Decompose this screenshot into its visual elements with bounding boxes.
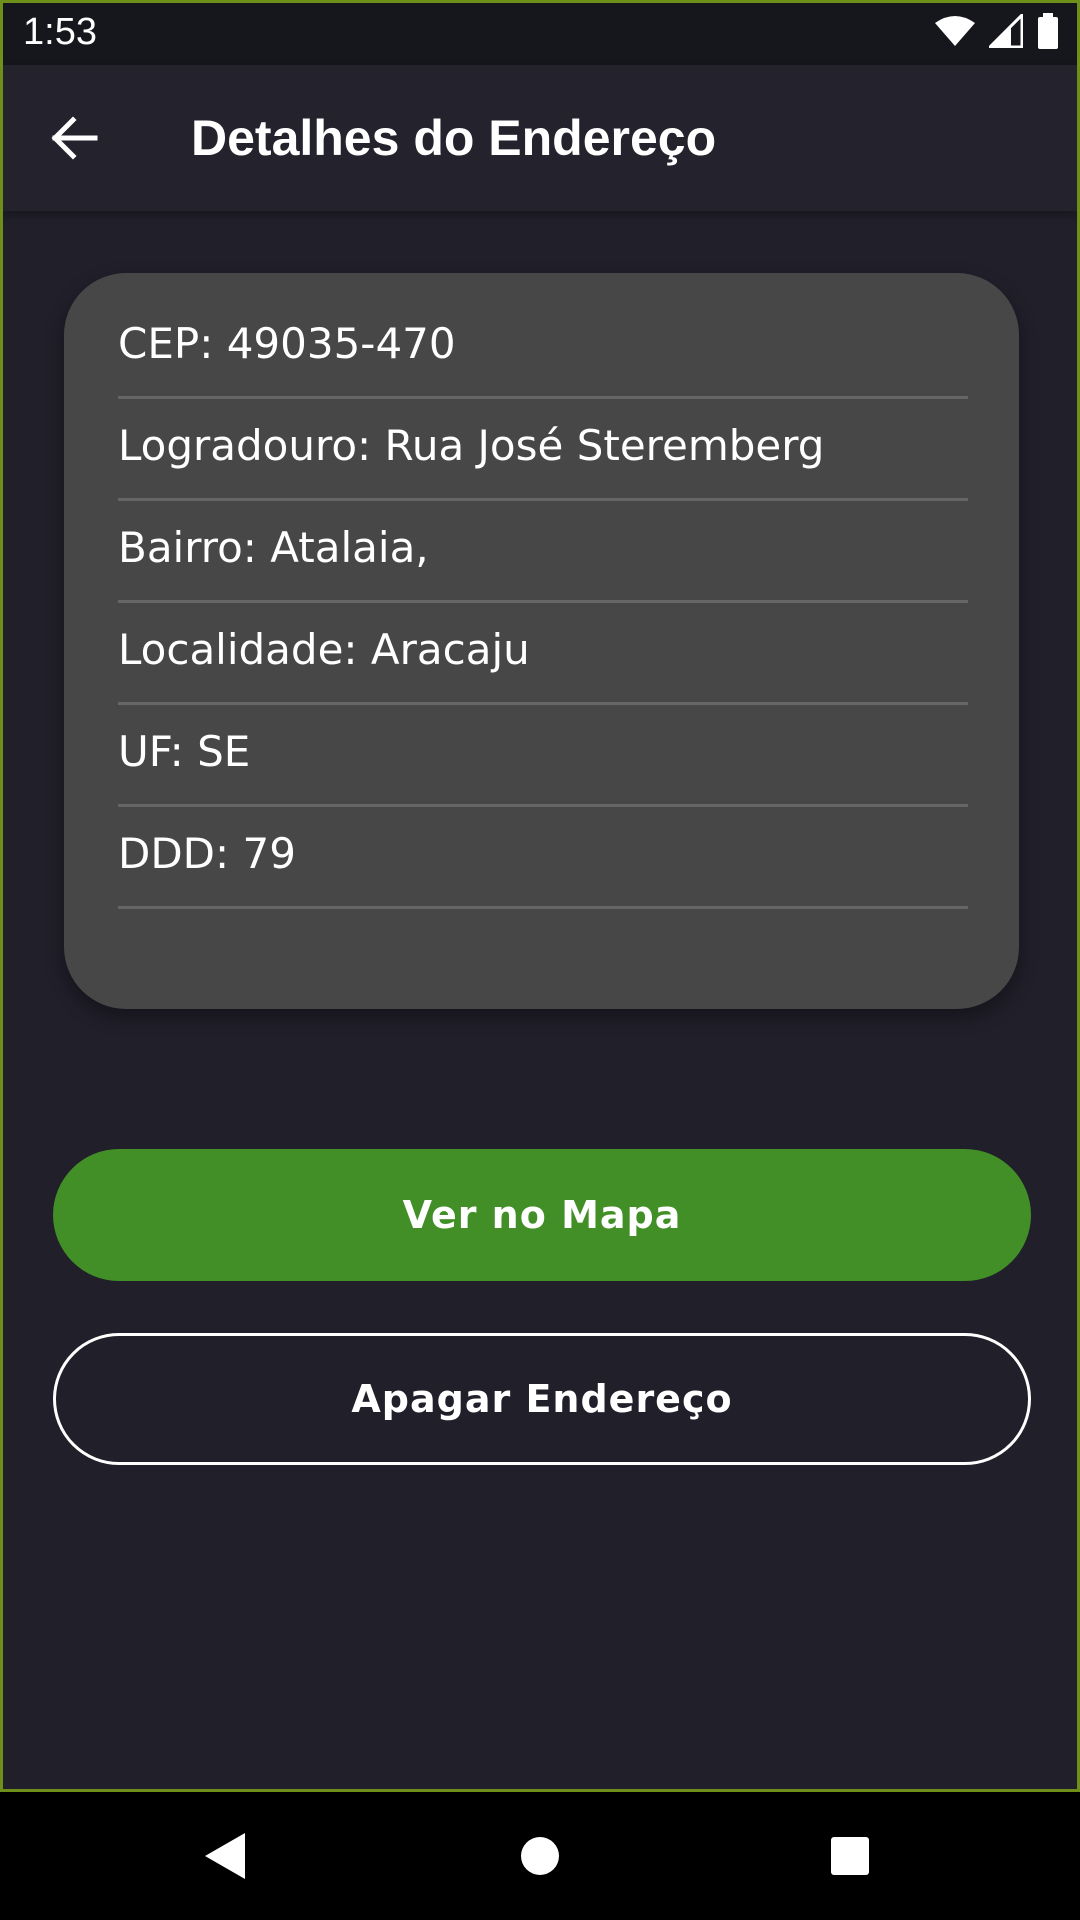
field-localidade: Localidade: Aracaju bbox=[118, 603, 968, 705]
wifi-icon bbox=[935, 15, 975, 51]
arrow-left-icon bbox=[51, 116, 98, 160]
field-cep-text: CEP: 49035-470 bbox=[118, 319, 456, 368]
field-bairro-text: Bairro: Atalaia, bbox=[118, 523, 429, 572]
field-uf: UF: SE bbox=[118, 705, 968, 807]
field-logradouro-text: Logradouro: Rua José Steremberg bbox=[118, 421, 825, 470]
page-title: Detalhes do Endereço bbox=[191, 110, 717, 166]
nav-back-button[interactable] bbox=[196, 1826, 256, 1886]
address-card: CEP: 49035-470 Logradouro: Rua José Ster… bbox=[64, 273, 1019, 1009]
field-localidade-text: Localidade: Aracaju bbox=[118, 625, 530, 674]
status-time: 1:53 bbox=[23, 11, 97, 53]
field-bairro: Bairro: Atalaia, bbox=[118, 501, 968, 603]
nav-home-icon bbox=[521, 1837, 559, 1875]
field-uf-text: UF: SE bbox=[118, 727, 251, 776]
app-screen: 1:53 Detalhes do Endereço CEP: 49035-470… bbox=[0, 0, 1080, 1792]
signal-icon bbox=[986, 11, 1024, 52]
system-nav-bar bbox=[0, 1792, 1080, 1920]
field-cep: CEP: 49035-470 bbox=[118, 297, 968, 399]
app-bar: Detalhes do Endereço bbox=[3, 65, 1077, 211]
field-ddd-text: DDD: 79 bbox=[118, 829, 296, 878]
nav-recents-button[interactable] bbox=[820, 1826, 880, 1886]
view-map-button[interactable]: Ver no Mapa bbox=[53, 1149, 1031, 1281]
nav-back-icon bbox=[205, 1833, 245, 1879]
status-icons bbox=[935, 11, 1059, 53]
field-logradouro: Logradouro: Rua José Steremberg bbox=[118, 399, 968, 501]
nav-home-button[interactable] bbox=[510, 1826, 570, 1886]
battery-icon bbox=[1037, 13, 1059, 53]
field-ddd: DDD: 79 bbox=[118, 807, 968, 909]
status-bar: 1:53 bbox=[3, 3, 1077, 65]
nav-recents-icon bbox=[831, 1837, 869, 1875]
back-button[interactable] bbox=[39, 103, 109, 173]
delete-address-button[interactable]: Apagar Endereço bbox=[53, 1333, 1031, 1465]
